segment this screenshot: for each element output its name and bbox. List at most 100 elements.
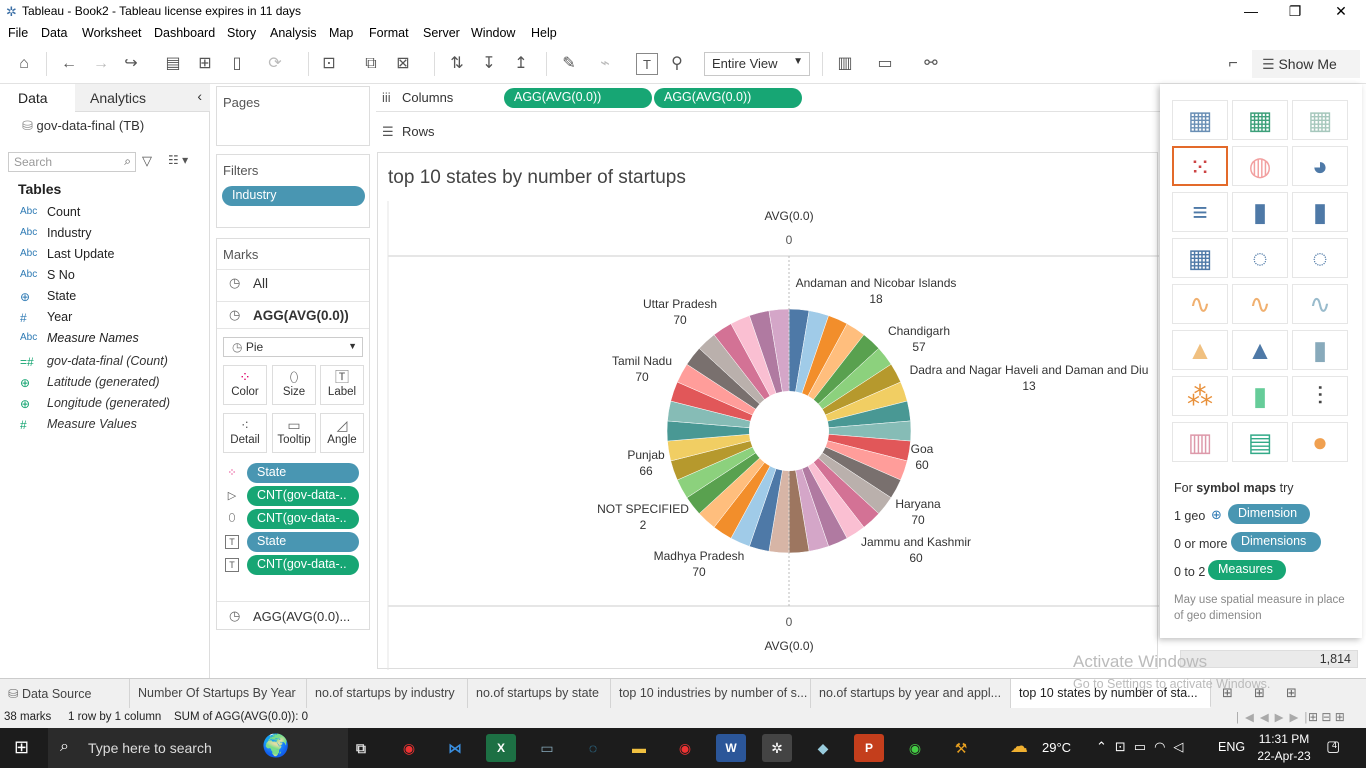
menu-data[interactable]: Data [41, 26, 67, 40]
collapse-icon[interactable]: ‹ [197, 88, 202, 104]
duplicate-icon[interactable]: ⧉ [360, 53, 382, 75]
filter-pill-industry[interactable]: Industry [222, 186, 365, 206]
save-icon[interactable]: ▤ [162, 53, 184, 75]
pages-card[interactable]: Pages [216, 86, 370, 146]
highlight-icon[interactable]: ✎ [558, 53, 580, 75]
show-me-chart-option[interactable]: ▲ [1172, 330, 1228, 370]
language-indicator[interactable]: ENG [1218, 740, 1245, 754]
minimize-button[interactable]: — [1228, 0, 1274, 24]
clock-date[interactable]: 22-Apr-23 [1254, 749, 1314, 763]
sheet-navigation-icon[interactable]: |◀◀▶▶| [1236, 710, 1313, 724]
show-me-chart-option[interactable]: ◌ [1232, 238, 1288, 278]
search-input[interactable]: Search ⌕ [8, 152, 136, 172]
marks-agg-row[interactable]: ◷ AGG(AVG(0.0)) [217, 301, 369, 329]
show-mark-labels-icon[interactable]: T [636, 53, 658, 75]
sheet-sorter-icon[interactable]: ⊞ ⊟ ⊞ [1308, 710, 1345, 724]
color-button[interactable]: ⁘ Color [223, 365, 267, 405]
task-view-icon[interactable]: ⧉ [346, 734, 376, 762]
restore-button[interactable]: ❐ [1272, 0, 1318, 24]
notes-icon[interactable]: ◆ [808, 734, 838, 762]
clock-time[interactable]: 11:31 PM [1256, 732, 1312, 746]
tableau-taskbar-icon[interactable]: ✲ [762, 734, 792, 762]
fit-dropdown[interactable]: Entire View ▼ [704, 52, 810, 76]
redo-icon[interactable]: → [90, 53, 112, 75]
windows-start-icon[interactable]: ⊞ [14, 737, 29, 758]
show-me-chart-option[interactable]: ◌ [1292, 238, 1348, 278]
sort-ascending-icon[interactable]: ↧ [478, 53, 500, 75]
show-cards-icon[interactable]: ▥ [834, 53, 856, 75]
menu-help[interactable]: Help [531, 26, 557, 40]
filter-icon[interactable]: ▽ [142, 153, 152, 169]
swap-rows-columns-icon[interactable]: ⇅ [446, 53, 468, 75]
taskbar-search-input[interactable]: ⌕ Type here to search 🌍 [48, 728, 348, 768]
show-me-chart-option[interactable]: ⫶ [1292, 376, 1348, 416]
mark-type-dropdown[interactable]: ◷ Pie ▼ [223, 337, 363, 357]
marks-pill-state-color[interactable]: State [247, 463, 359, 483]
show-me-button[interactable]: ☰ Show Me [1252, 50, 1360, 78]
filters-card[interactable]: Filters Industry [216, 154, 370, 228]
show-me-chart-option[interactable]: ≡ [1172, 192, 1228, 232]
highlighter-icon[interactable]: ⌐ [1222, 53, 1244, 75]
show-me-chart-option[interactable]: ⁙ [1172, 146, 1228, 186]
sort-descending-icon[interactable]: ↥ [510, 53, 532, 75]
show-me-chart-option[interactable]: ▮ [1292, 192, 1348, 232]
show-me-chart-option[interactable]: ● [1292, 422, 1348, 462]
home-icon[interactable]: ⌂ [13, 53, 35, 75]
rows-shelf[interactable]: ☰ Rows [376, 118, 1160, 146]
show-me-chart-option[interactable]: ▤ [1232, 422, 1288, 462]
show-me-chart-option[interactable]: ◍ [1232, 146, 1288, 186]
new-worksheet-icon[interactable]: ⊡ [318, 53, 340, 75]
view-options-icon[interactable]: ☷ ▾ [168, 153, 188, 167]
menu-file[interactable]: File [8, 26, 28, 40]
computer-icon[interactable]: ▭ [532, 734, 562, 762]
tab-sheet[interactable]: top 10 industries by number of s... [611, 679, 811, 708]
chrome-profile-icon[interactable]: ◉ [670, 734, 700, 762]
marks-agg2-row[interactable]: ◷ AGG(AVG(0.0)... [217, 601, 369, 629]
show-me-chart-option[interactable]: ▦ [1172, 238, 1228, 278]
tab-analytics[interactable]: Analytics ‹ [75, 84, 210, 112]
tab-sheet[interactable]: no.of startups by year and appl... [811, 679, 1011, 708]
tab-data[interactable]: Data [0, 84, 75, 112]
group-icon[interactable]: ⌁ [594, 53, 616, 75]
tab-sheet[interactable]: Number Of Startups By Year [130, 679, 307, 708]
close-button[interactable]: ✕ [1318, 0, 1364, 24]
fix-axes-icon[interactable]: ⚲ [666, 53, 688, 75]
tab-data-source[interactable]: ⛁ Data Source [0, 679, 130, 708]
app-icon[interactable]: ⚒ [946, 734, 976, 762]
replay-icon[interactable]: ↪ [120, 53, 142, 75]
show-me-chart-option[interactable]: ▦ [1292, 100, 1348, 140]
menu-map[interactable]: Map [329, 26, 353, 40]
pause-updates-icon[interactable]: ▯ [226, 53, 248, 75]
share-icon[interactable]: ⚯ [920, 53, 942, 75]
vscode-icon[interactable]: ⋈ [440, 734, 470, 762]
marks-all-row[interactable]: ◷ All [217, 269, 369, 297]
new-datasource-icon[interactable]: ⊞ [194, 53, 216, 75]
word-icon[interactable]: W [716, 734, 746, 762]
menu-window[interactable]: Window [471, 26, 515, 40]
columns-shelf[interactable]: iii Columns AGG(AVG(0.0)) AGG(AVG(0.0)) [376, 84, 1160, 112]
tab-sheet[interactable]: no.of startups by state [468, 679, 611, 708]
tooltip-button[interactable]: ▭ Tooltip [272, 413, 316, 453]
undo-icon[interactable]: ← [58, 53, 80, 75]
marks-pill-state-label[interactable]: State [247, 532, 359, 552]
clear-sheet-icon[interactable]: ⊠ [392, 53, 414, 75]
new-story-icon[interactable]: ⊞ [1286, 685, 1297, 701]
menu-analysis[interactable]: Analysis [270, 26, 317, 40]
menu-story[interactable]: Story [227, 26, 256, 40]
show-me-chart-option[interactable]: ▦ [1172, 100, 1228, 140]
show-me-chart-option[interactable]: ◕ [1292, 146, 1348, 186]
column-pill-1[interactable]: AGG(AVG(0.0)) [504, 88, 652, 108]
menu-dashboard[interactable]: Dashboard [154, 26, 215, 40]
show-me-chart-option[interactable]: ▥ [1172, 422, 1228, 462]
chrome-icon[interactable]: ◉ [394, 734, 424, 762]
powerpoint-icon[interactable]: P [854, 734, 884, 762]
show-me-chart-option[interactable]: ∿ [1232, 284, 1288, 324]
size-button[interactable]: ⬯ Size [272, 365, 316, 405]
angle-button[interactable]: ◿ Angle [320, 413, 364, 453]
data-source-item[interactable]: ⛁ gov-data-final (TB) [22, 118, 144, 134]
marks-pill-cnt-size[interactable]: CNT(gov-data-.. [247, 509, 359, 529]
label-button[interactable]: 🅃 Label [320, 365, 364, 405]
chrome-alt-icon[interactable]: ◉ [900, 734, 930, 762]
detail-button[interactable]: ⁖ Detail [223, 413, 267, 453]
menu-server[interactable]: Server [423, 26, 460, 40]
